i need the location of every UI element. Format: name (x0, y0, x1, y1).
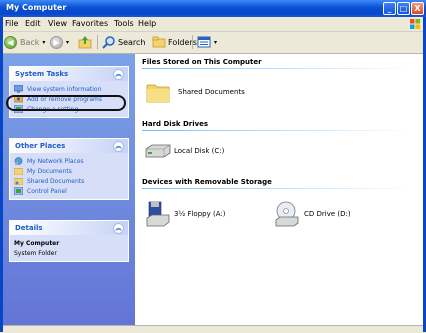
minimize-button[interactable]: _ (383, 2, 396, 15)
details-type: System Folder (14, 249, 57, 257)
views-icon (197, 36, 211, 48)
collapse-chevron-icon[interactable]: ︽ (113, 141, 124, 152)
collapse-chevron-icon[interactable]: ︽ (113, 69, 124, 80)
group-header-hard-disk: Hard Disk Drives (142, 120, 209, 128)
group-divider (142, 188, 412, 189)
folder-icon (14, 168, 23, 175)
place-control-panel[interactable]: Control Panel (14, 186, 124, 196)
toolbar-separator (97, 35, 98, 49)
chevron-down-icon: ▾ (42, 38, 46, 46)
windows-logo-icon (410, 19, 420, 29)
local-disk-item[interactable]: Local Disk (C:) (144, 143, 224, 159)
search-icon (102, 36, 115, 49)
collapse-chevron-icon[interactable]: ︽ (113, 223, 124, 234)
floppy-drive-item[interactable]: 3½ Floppy (A:) (146, 201, 225, 227)
highlight-annotation (6, 95, 126, 111)
folders-icon (152, 36, 166, 48)
other-places-panel: Other Places ︽ My Network Places My Docu… (9, 138, 129, 200)
floppy-drive-icon (146, 201, 170, 227)
forward-arrow-icon: ▶ (50, 35, 63, 49)
details-name: My Computer (14, 239, 60, 247)
control-panel-icon (14, 187, 23, 195)
system-info-icon (14, 85, 23, 93)
menu-edit[interactable]: Edit (25, 19, 41, 28)
up-folder-button[interactable] (78, 34, 92, 50)
cd-drive-icon (275, 201, 299, 227)
group-divider (142, 68, 412, 69)
group-divider (142, 130, 412, 131)
menu-favorites[interactable]: Favorites (72, 19, 108, 28)
place-my-network-places[interactable]: My Network Places (14, 156, 124, 166)
cd-drive-item[interactable]: CD Drive (D:) (274, 201, 351, 227)
network-places-icon (14, 157, 23, 165)
window-title: My Computer (6, 3, 67, 12)
details-header[interactable]: Details ︽ (10, 221, 128, 235)
toolbar-separator (192, 35, 193, 49)
views-button[interactable]: ▾ (197, 34, 217, 50)
back-arrow-icon: ◀ (4, 35, 17, 49)
details-panel: Details ︽ My Computer System Folder (9, 220, 129, 262)
group-header-removable: Devices with Removable Storage (142, 178, 272, 186)
other-places-header[interactable]: Other Places ︽ (10, 139, 128, 153)
my-computer-window: My Computer _ □ X File Edit View Favorit… (0, 0, 426, 333)
hard-disk-icon (145, 144, 171, 158)
back-button[interactable]: ◀ Back ▾ (4, 34, 45, 50)
forward-button[interactable]: ▶ ▾ (50, 34, 69, 50)
up-folder-icon (78, 36, 92, 49)
folder-icon (146, 84, 170, 103)
window-border-left (0, 17, 3, 332)
toolbar: ◀ Back ▾ ▶ ▾ Search Folders ▾ (0, 32, 426, 54)
search-button[interactable]: Search (102, 34, 145, 50)
folders-button[interactable]: Folders (152, 34, 197, 50)
content-pane: Files Stored on This Computer Shared Doc… (136, 54, 426, 325)
group-header-files-stored: Files Stored on This Computer (142, 58, 262, 66)
place-shared-documents[interactable]: Shared Documents (14, 176, 124, 186)
menu-bar: File Edit View Favorites Tools Help (0, 17, 426, 32)
menu-file[interactable]: File (5, 19, 18, 28)
close-button[interactable]: X (411, 2, 424, 15)
title-bar[interactable]: My Computer _ □ X (0, 0, 426, 17)
task-view-system-info[interactable]: View system information (14, 84, 124, 94)
chevron-down-icon: ▾ (66, 38, 70, 46)
menu-help[interactable]: Help (138, 19, 156, 28)
menu-view[interactable]: View (48, 19, 67, 28)
chevron-down-icon: ▾ (214, 38, 218, 46)
maximize-button[interactable]: □ (397, 2, 410, 15)
menu-tools[interactable]: Tools (114, 19, 134, 28)
place-my-documents[interactable]: My Documents (14, 166, 124, 176)
shared-folder-icon (14, 178, 23, 185)
shared-documents-item[interactable]: Shared Documents (146, 81, 245, 103)
system-tasks-header[interactable]: System Tasks ︽ (10, 67, 128, 81)
